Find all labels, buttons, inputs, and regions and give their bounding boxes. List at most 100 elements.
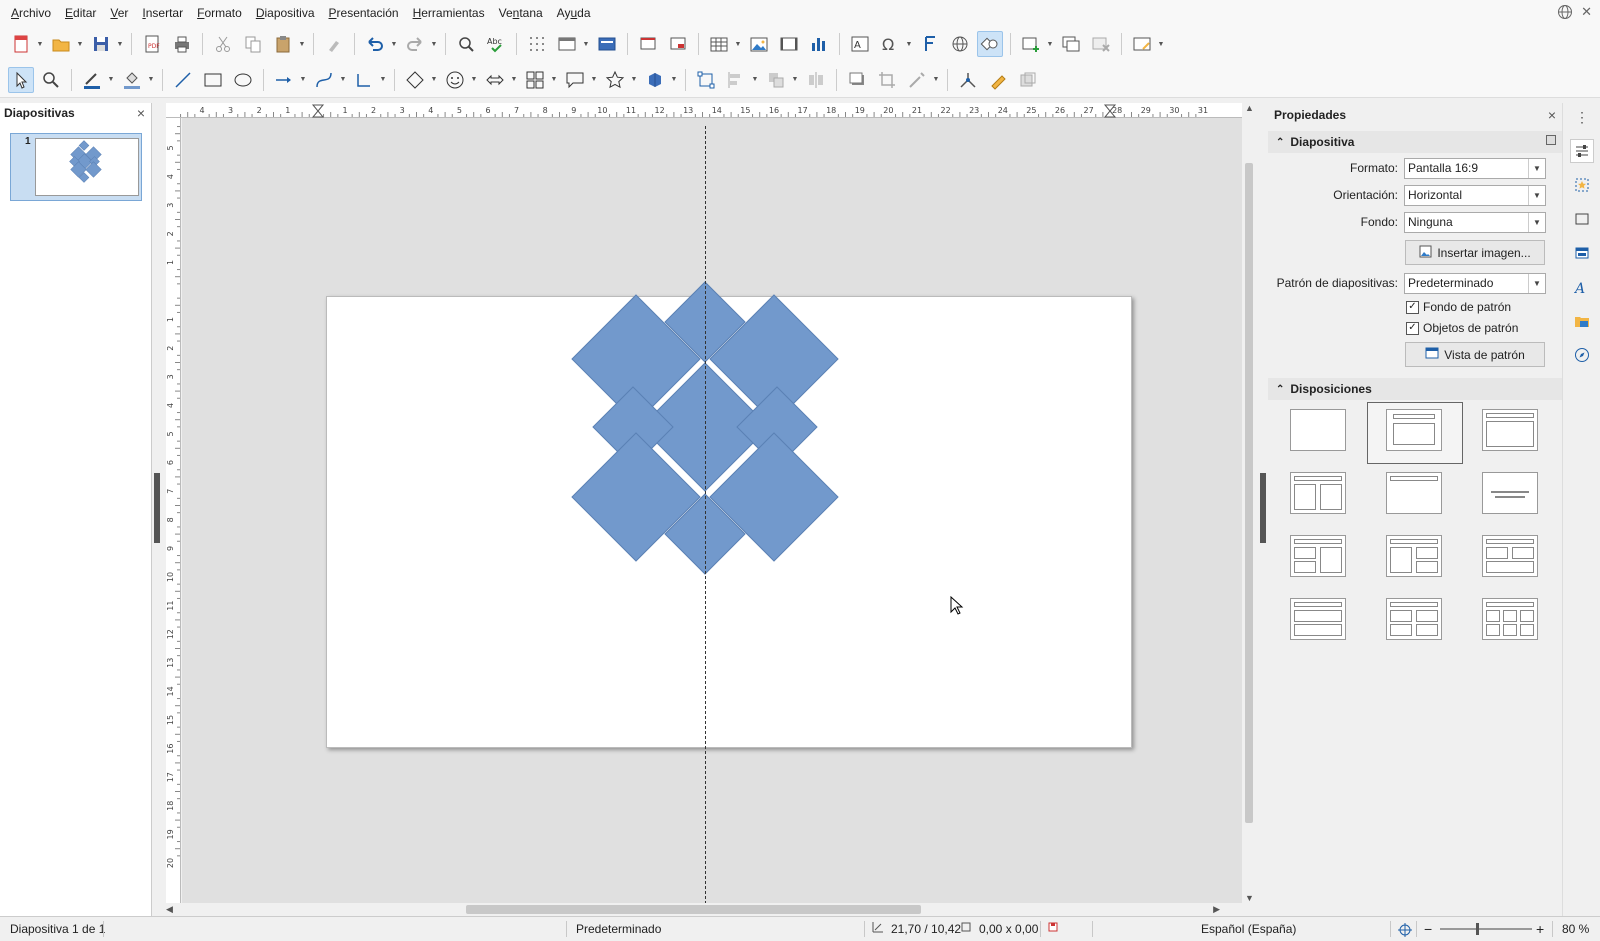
slide-layout-icon[interactable] (1129, 31, 1155, 57)
table-dropdown-icon[interactable]: ▼ (734, 31, 742, 57)
3d-objects-dropdown-icon[interactable]: ▼ (670, 67, 678, 93)
vertical-scrollbar[interactable]: ▲ ▼ (1242, 103, 1256, 903)
symbol-shapes-icon[interactable] (442, 67, 468, 93)
start-current-slide-icon[interactable] (665, 31, 691, 57)
sidebar-menu-icon[interactable]: ⋮ (1570, 105, 1594, 129)
styles-tab-icon[interactable]: A (1570, 275, 1594, 299)
special-character-icon[interactable]: Ω (877, 31, 903, 57)
line-color-icon[interactable] (79, 67, 105, 93)
slide-transition-tab-icon[interactable] (1570, 173, 1594, 197)
redo-dropdown-icon[interactable]: ▼ (430, 31, 438, 57)
basic-shapes-dropdown-icon[interactable]: ▼ (430, 67, 438, 93)
layout-blank[interactable] (1290, 409, 1346, 451)
basic-shapes-icon[interactable] (402, 67, 428, 93)
interaction-icon[interactable] (1015, 67, 1041, 93)
zoom-slider[interactable] (1440, 923, 1532, 935)
sidebar-splitter[interactable] (1258, 103, 1268, 916)
spelling-icon[interactable]: Abc (483, 31, 509, 57)
start-first-slide-icon[interactable] (635, 31, 661, 57)
menu-diapositiva[interactable]: Diapositiva (249, 0, 322, 26)
slide-section-header[interactable]: ⌃ Diapositiva (1268, 131, 1562, 153)
zoom-level-status[interactable]: 80 % (1562, 917, 1589, 941)
document-modified-icon[interactable] (1047, 917, 1059, 941)
filter-dropdown-icon[interactable]: ▼ (932, 67, 940, 93)
layout-title-4-content[interactable] (1386, 598, 1442, 640)
layout-centered-text[interactable] (1482, 472, 1538, 514)
callouts-icon[interactable] (562, 67, 588, 93)
display-views-dropdown-icon[interactable]: ▼ (582, 31, 590, 57)
delete-slide-icon[interactable] (1088, 31, 1114, 57)
rectangle-tool-icon[interactable] (200, 67, 226, 93)
insert-image-button[interactable]: Insertar imagen... (1405, 240, 1545, 265)
cut-icon[interactable] (210, 31, 236, 57)
fill-color-icon[interactable] (119, 67, 145, 93)
language-status[interactable]: Español (España) (1201, 917, 1296, 941)
slide-pane-close-icon[interactable]: × (137, 105, 145, 121)
line-tool-icon[interactable] (170, 67, 196, 93)
media-icon[interactable] (776, 31, 802, 57)
close-document-icon[interactable]: ✕ (1581, 4, 1592, 23)
animation-tab-icon[interactable] (1570, 207, 1594, 231)
curves-dropdown-icon[interactable]: ▼ (339, 67, 347, 93)
zoom-slider-thumb[interactable] (1476, 923, 1479, 935)
properties-tab-icon[interactable] (1570, 139, 1594, 163)
properties-close-icon[interactable]: × (1548, 107, 1556, 123)
master-slide-select[interactable]: Predeterminado ▼ (1404, 273, 1546, 294)
master-background-checkbox[interactable]: ✓ Fondo de patrón (1406, 300, 1511, 314)
image-icon[interactable] (746, 31, 772, 57)
align-objects-icon[interactable] (723, 67, 749, 93)
menu-presentacion[interactable]: Presentación (322, 0, 406, 26)
menu-formato[interactable]: Formato (190, 0, 249, 26)
stars-icon[interactable] (602, 67, 628, 93)
format-select[interactable]: Pantalla 16:9 ▼ (1404, 158, 1546, 179)
menu-ver[interactable]: Ver (103, 0, 135, 26)
layout-title-two-content[interactable] (1290, 472, 1346, 514)
save-icon[interactable] (88, 31, 114, 57)
paste-icon[interactable] (270, 31, 296, 57)
hyperlink-icon[interactable] (947, 31, 973, 57)
snap-guide-line[interactable] (705, 126, 706, 903)
new-slide-dropdown-icon[interactable]: ▼ (1046, 31, 1054, 57)
shadow-icon[interactable] (844, 67, 870, 93)
vertical-scroll-thumb[interactable] (1245, 163, 1253, 823)
find-replace-icon[interactable] (453, 31, 479, 57)
layout-title-content-and-2-content[interactable] (1386, 535, 1442, 577)
redo-icon[interactable] (402, 31, 428, 57)
slide-layout-dropdown-icon[interactable]: ▼ (1157, 31, 1165, 57)
text-box-icon[interactable]: A (847, 31, 873, 57)
menu-insertar[interactable]: Insertar (135, 0, 190, 26)
flowchart-icon[interactable] (522, 67, 548, 93)
copy-icon[interactable] (240, 31, 266, 57)
scroll-left-icon[interactable]: ◀ (166, 904, 173, 915)
toggle-extrusion-icon[interactable] (985, 67, 1011, 93)
master-slide-icon[interactable] (594, 31, 620, 57)
fit-slide-icon[interactable] (1398, 917, 1412, 941)
layout-title-content-over-content[interactable] (1290, 598, 1346, 640)
duplicate-slide-icon[interactable] (1058, 31, 1084, 57)
master-slide-status[interactable]: Predeterminado (576, 917, 661, 941)
layout-title-only[interactable] (1386, 472, 1442, 514)
globe-icon[interactable] (1557, 4, 1573, 23)
export-pdf-icon[interactable]: PDF (139, 31, 165, 57)
scroll-right-icon[interactable]: ▶ (1213, 904, 1220, 915)
layouts-section-header[interactable]: ⌃ Disposiciones (1268, 378, 1562, 400)
master-slides-tab-icon[interactable] (1570, 241, 1594, 265)
arrange-icon[interactable] (763, 67, 789, 93)
layout-title-6-content[interactable] (1482, 598, 1538, 640)
zoom-in-icon[interactable]: + (1536, 917, 1544, 941)
zoom-pan-icon[interactable] (38, 67, 64, 93)
chart-icon[interactable] (806, 31, 832, 57)
more-options-icon[interactable] (1546, 135, 1556, 145)
flowchart-dropdown-icon[interactable]: ▼ (550, 67, 558, 93)
block-arrows-icon[interactable] (482, 67, 508, 93)
layout-title-2-content-and-content[interactable] (1290, 535, 1346, 577)
3d-objects-icon[interactable] (642, 67, 668, 93)
horizontal-ruler[interactable]: 4 3 2 1 1 2 3 4 5 6 7 8 9 10 11 12 13 14 15 16 17 18 19 20 21 22 2… (166, 103, 1242, 118)
display-views-icon[interactable] (554, 31, 580, 57)
save-dropdown-icon[interactable]: ▼ (116, 31, 124, 57)
open-folder-icon[interactable] (48, 31, 74, 57)
gallery-tab-icon[interactable] (1570, 309, 1594, 333)
crop-image-icon[interactable] (874, 67, 900, 93)
master-view-button[interactable]: Vista de patrón (1405, 342, 1545, 367)
undo-dropdown-icon[interactable]: ▼ (390, 31, 398, 57)
